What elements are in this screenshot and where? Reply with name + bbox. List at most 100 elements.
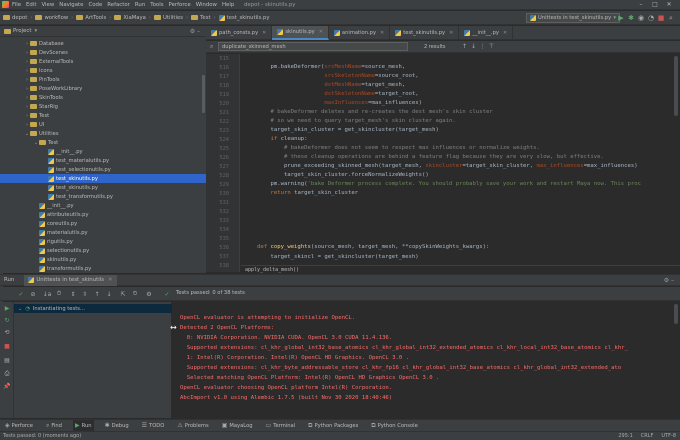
show-passed-icon[interactable]: ✓ xyxy=(16,289,26,299)
menu-item-help[interactable]: Help xyxy=(222,2,234,8)
menu-item-code[interactable]: Code xyxy=(88,2,102,8)
menu-item-window[interactable]: Window xyxy=(196,2,217,8)
settings-icon[interactable]: ⚙ xyxy=(144,289,154,299)
panel-options-icon[interactable]: ⚙ – xyxy=(664,277,674,284)
tree-item[interactable]: skinutils.py xyxy=(0,255,206,264)
tool-window-todo[interactable]: ☰ TODO xyxy=(140,420,167,432)
run-tab[interactable]: Unittests in test_skinutils ✕ xyxy=(24,274,117,286)
tree-item[interactable]: __init__.py xyxy=(0,147,206,156)
breadcrumb-item[interactable]: ArtTools › xyxy=(76,15,114,21)
tree-item[interactable]: › ExternalTools xyxy=(0,57,206,66)
tree-item[interactable]: › Icons xyxy=(0,66,206,75)
tool-window-find[interactable]: ⌕ Find xyxy=(44,420,64,432)
next-failed-icon[interactable]: ↓ xyxy=(104,289,114,299)
tool-window-mayalog[interactable]: ▣ MayaLog xyxy=(220,420,255,432)
tool-window-perforce[interactable]: ◈ Perforce xyxy=(3,420,35,432)
close-tab-icon[interactable]: ✕ xyxy=(503,30,507,36)
menu-item-tools[interactable]: Tools xyxy=(150,2,163,8)
next-occurrence-icon[interactable]: ↓ xyxy=(469,43,478,50)
maximize-icon[interactable]: □ xyxy=(648,1,662,8)
debug-icon[interactable]: ✱ xyxy=(626,13,636,23)
close-icon[interactable]: ✕ xyxy=(662,1,676,8)
tree-item[interactable]: transformutils.py xyxy=(0,264,206,273)
sort-alphabetically-icon[interactable]: ↓a xyxy=(42,289,52,299)
code-editor[interactable]: pm.bakeDeformer(srcMeshName=source_mesh,… xyxy=(241,54,680,272)
tool-window-problems[interactable]: ⚠ Problems xyxy=(175,420,210,432)
profile-icon[interactable]: ◔ xyxy=(646,13,656,23)
tool-window-debug[interactable]: ✱ Debug xyxy=(103,420,131,432)
collapse-all-icon[interactable]: ⇳ xyxy=(80,289,90,299)
pin-tab-icon[interactable]: 📌 xyxy=(3,382,11,390)
toggle-autotest-icon[interactable]: ⟲ xyxy=(3,328,11,336)
tree-item[interactable]: › Test xyxy=(0,111,206,120)
run-console[interactable]: OpenCL evaluator is attempting to initia… xyxy=(172,302,680,418)
tool-window-terminal[interactable]: ▭ Terminal xyxy=(264,420,298,432)
close-tab-icon[interactable]: ✕ xyxy=(380,30,384,36)
minimize-icon[interactable]: – xyxy=(634,1,648,8)
tool-window-python-console[interactable]: ⧉ Python Console xyxy=(369,420,420,432)
rerun-failed-icon[interactable]: ↻ xyxy=(3,316,11,324)
close-tab-icon[interactable]: ✕ xyxy=(449,30,453,36)
tree-item[interactable]: materialutils.py xyxy=(0,228,206,237)
breadcrumb-item[interactable]: test_skinutils.py xyxy=(218,14,269,21)
find-input[interactable] xyxy=(218,42,408,51)
filter-icon[interactable]: ⊤ xyxy=(487,43,496,50)
layout-icon[interactable]: ▤ xyxy=(3,356,11,364)
test-tree-item[interactable]: ⌄ ◔ Instantiating tests... xyxy=(14,304,172,313)
tool-window-python-packages[interactable]: ⧉ Python Packages xyxy=(306,420,360,432)
caret-position[interactable]: 295:1 xyxy=(618,433,632,439)
menu-item-navigate[interactable]: Navigate xyxy=(59,2,83,8)
console-scrollbar[interactable] xyxy=(674,304,678,324)
tree-item[interactable]: ⌄ Test xyxy=(0,138,206,147)
menu-item-run[interactable]: Run xyxy=(135,2,145,8)
import-results-icon[interactable]: ⏲ xyxy=(130,289,140,299)
file-encoding[interactable]: UTF-8 xyxy=(661,433,676,439)
run-icon[interactable]: ▶ xyxy=(616,13,626,23)
line-separator[interactable]: CRLF xyxy=(641,433,654,439)
tree-item[interactable]: test_transformutils.py xyxy=(0,192,206,201)
menu-item-file[interactable]: File xyxy=(12,2,21,8)
tree-item[interactable]: › Database xyxy=(0,39,206,48)
export-results-icon[interactable]: ⇱ xyxy=(118,289,128,299)
tree-item[interactable]: › SkinTools xyxy=(0,93,206,102)
tree-item[interactable]: __init__.py xyxy=(0,201,206,210)
stop-icon[interactable]: ■ xyxy=(3,342,11,350)
tree-item[interactable]: test_selectionutils.py xyxy=(0,165,206,174)
menu-item-perforce[interactable]: Perforce xyxy=(169,2,191,8)
breadcrumb-item[interactable]: workflow › xyxy=(35,15,76,21)
tree-item[interactable]: test_skinutils.py xyxy=(0,174,206,183)
menu-item-view[interactable]: View xyxy=(41,2,54,8)
status-message[interactable]: Tests passed: 0 (moments ago) xyxy=(3,433,81,439)
show-ignored-icon[interactable]: ⊘ xyxy=(28,289,38,299)
sort-by-duration-icon[interactable]: ⏱ xyxy=(54,289,64,299)
tree-item[interactable]: › StarRig xyxy=(0,102,206,111)
breadcrumb-item[interactable]: depot › xyxy=(3,15,35,21)
tree-item[interactable]: test_materialutils.py xyxy=(0,156,206,165)
tree-item[interactable]: rigutils.py xyxy=(0,237,206,246)
search-everywhere-icon[interactable]: ⌕ xyxy=(666,13,676,23)
print-icon[interactable]: ⎙ xyxy=(3,370,11,378)
breadcrumb-item[interactable]: XiaMaya › xyxy=(114,15,154,21)
tree-scrollbar[interactable] xyxy=(202,75,205,113)
stop-icon[interactable]: ■ xyxy=(656,13,666,23)
panel-options-icon[interactable]: ⚙ – xyxy=(190,28,200,35)
expand-all-icon[interactable]: ⇕ xyxy=(68,289,78,299)
tree-item[interactable]: ⌄ Utilities xyxy=(0,129,206,138)
menu-item-refactor[interactable]: Refactor xyxy=(107,2,130,8)
menu-item-edit[interactable]: Edit xyxy=(26,2,36,8)
tree-item[interactable]: › PinTools xyxy=(0,75,206,84)
breadcrumb-item[interactable]: Utilities › xyxy=(154,15,191,21)
editor-tab[interactable]: test_skinutils.py ✕ xyxy=(390,25,460,40)
editor-tab[interactable]: __init__.py ✕ xyxy=(459,25,514,40)
tool-window-run[interactable]: ▶ Run xyxy=(72,419,94,432)
tree-item[interactable]: test_skinutils.py xyxy=(0,183,206,192)
tree-item[interactable]: attributeutils.py xyxy=(0,210,206,219)
tree-item[interactable]: › PoseWorkLibrary xyxy=(0,84,206,93)
run-configuration-select[interactable]: Unittests in test_skinutils.py ▾ xyxy=(526,13,620,23)
tree-item[interactable]: coreutils.py xyxy=(0,219,206,228)
close-tab-icon[interactable]: ✕ xyxy=(262,30,266,36)
select-all-occurrences-icon[interactable]: ⋮ xyxy=(478,43,487,50)
tree-item[interactable]: › DevScenes xyxy=(0,48,206,57)
chevron-down-icon[interactable]: ▾ xyxy=(34,28,37,34)
tree-item[interactable]: › UI xyxy=(0,120,206,129)
